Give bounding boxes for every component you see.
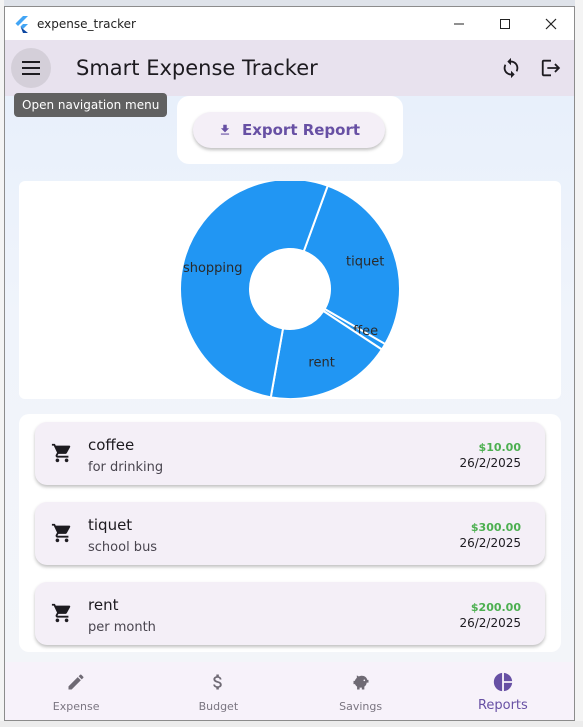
export-card: Export Report <box>177 96 403 164</box>
export-report-button[interactable]: Export Report <box>193 112 385 148</box>
navigation-menu-tooltip: Open navigation menu <box>14 93 168 117</box>
nav-label: Expense <box>52 700 100 713</box>
list-item[interactable]: rent per month $200.00 26/2/2025 <box>35 582 545 645</box>
nav-item-expense[interactable]: Expense <box>5 662 147 720</box>
export-report-label: Export Report <box>241 121 361 139</box>
flutter-logo-icon <box>15 15 28 33</box>
nav-label: Budget <box>198 700 239 713</box>
nav-label: Savings <box>339 700 383 713</box>
transaction-date: 26/2/2025 <box>459 456 521 470</box>
pie-label-rent: rent <box>308 355 334 370</box>
transaction-title: coffee <box>88 436 135 454</box>
transaction-title: rent <box>88 596 119 614</box>
nav-item-savings[interactable]: Savings <box>290 662 432 720</box>
transaction-title: tiquet <box>88 516 133 534</box>
cart-icon <box>51 523 71 543</box>
transaction-subtitle: for drinking <box>88 460 164 475</box>
desktop-background-right <box>575 0 583 727</box>
list-item[interactable]: coffee for drinking $10.00 26/2/2025 <box>35 422 545 485</box>
app-window: expense_tracker Smart Expense Tracker Ex… <box>4 6 575 721</box>
sync-button[interactable] <box>498 55 524 81</box>
transaction-amount: $10.00 <box>478 441 521 454</box>
nav-label: Reports <box>477 698 528 713</box>
nav-item-budget[interactable]: Budget <box>147 662 289 720</box>
close-icon <box>545 18 557 29</box>
piggy-bank-icon <box>353 675 369 690</box>
hamburger-menu-icon <box>22 61 40 75</box>
logout-button[interactable] <box>538 55 564 81</box>
pie-chart-svg: tiquetcoffeerentshopping <box>179 178 401 400</box>
transaction-subtitle: school bus <box>88 540 158 555</box>
dollar-icon <box>213 674 223 690</box>
window-titlebar: expense_tracker <box>5 7 574 40</box>
maximize-icon <box>500 18 510 29</box>
cart-icon <box>51 443 71 463</box>
window-title: expense_tracker <box>37 16 136 31</box>
minimize-button[interactable] <box>436 7 482 40</box>
close-window-button[interactable] <box>528 7 574 40</box>
app-bar: Smart Expense Tracker <box>5 40 574 96</box>
pie-label-shopping: shopping <box>183 261 243 276</box>
expense-pie-chart: tiquet coffee rent shopping <box>19 178 561 400</box>
transaction-amount: $200.00 <box>470 601 521 614</box>
transaction-subtitle: per month <box>88 620 156 635</box>
maximize-button[interactable] <box>482 7 528 40</box>
sync-icon <box>503 57 519 79</box>
pie-label-tiquet: tiquet <box>346 255 384 270</box>
desktop-background-bottom <box>0 721 583 727</box>
logout-icon <box>541 59 561 77</box>
transaction-date: 26/2/2025 <box>459 536 521 550</box>
navigation-menu-button[interactable] <box>11 48 51 88</box>
minimize-icon <box>454 23 464 24</box>
list-item[interactable]: tiquet school bus $300.00 26/2/2025 <box>35 502 545 565</box>
page-title: Smart Expense Tracker <box>76 56 318 80</box>
nav-item-reports[interactable]: Reports <box>432 662 574 720</box>
transaction-amount: $300.00 <box>470 521 521 534</box>
cart-icon <box>51 603 71 623</box>
transaction-list: coffee for drinking $10.00 26/2/2025 tiq… <box>19 414 561 652</box>
pie-chart-icon <box>493 672 513 692</box>
download-icon <box>220 124 230 135</box>
reports-content: Export Report tiquet coffee rent shopping c… <box>5 96 574 662</box>
bottom-navigation: Expense Budget Savings Reports <box>5 662 574 720</box>
pencil-icon <box>68 674 84 690</box>
transaction-date: 26/2/2025 <box>459 616 521 630</box>
